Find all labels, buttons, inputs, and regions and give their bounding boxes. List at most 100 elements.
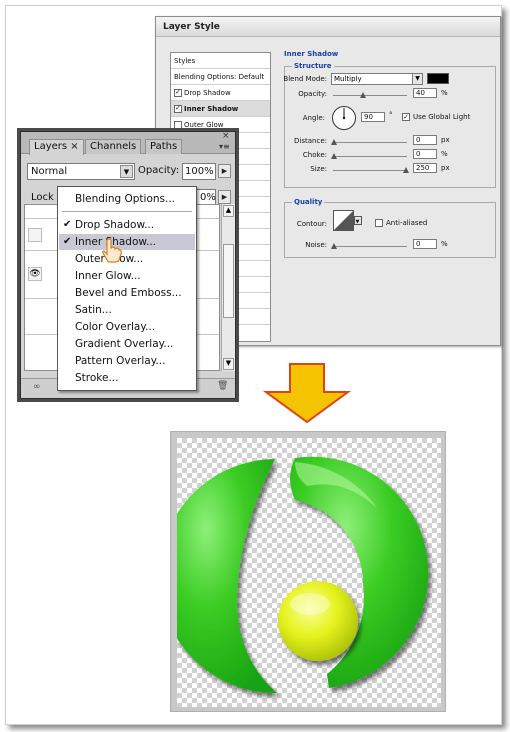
menu-item-satin[interactable]: Satin... (59, 302, 195, 318)
angle-dial[interactable] (331, 105, 357, 131)
tab-layers[interactable]: Layers × (29, 139, 84, 155)
choke-label: Choke: (302, 151, 327, 159)
trash-icon[interactable]: 🗑 (217, 381, 228, 391)
inner-shadow-item[interactable]: ✓ Inner Shadow (171, 101, 270, 117)
checkmark-icon: ✔ (63, 219, 72, 230)
shadow-color-swatch[interactable] (427, 73, 449, 84)
layers-scrollbar[interactable]: ▲ ▼ (221, 204, 235, 371)
contour-label: Contour: (296, 220, 327, 228)
blend-mode-label: Blend Mode: (283, 75, 327, 83)
close-icon[interactable]: × (222, 131, 230, 141)
opacity-label: Opacity: (138, 165, 180, 176)
menu-separator (62, 211, 192, 212)
fill-arrow-button[interactable]: ▶ (218, 190, 231, 204)
panel-tabs: Layers × Channels Paths × ▾≡ (21, 131, 235, 155)
structure-label: Structure (292, 62, 334, 70)
global-light-checkbox[interactable]: ✓ (402, 113, 410, 121)
choke-input[interactable]: 0 (413, 149, 437, 159)
svg-text:▼: ▼ (356, 219, 360, 225)
distance-input[interactable]: 0 (413, 135, 437, 145)
panel-menu-icon[interactable]: ▾≡ (219, 142, 230, 151)
inner-shadow-checkbox[interactable]: ✓ (174, 104, 182, 113)
scroll-up-icon[interactable]: ▲ (223, 205, 234, 217)
blending-options-label: Blending Options: Default (174, 72, 265, 81)
noise-slider-track[interactable] (333, 246, 407, 247)
drop-shadow-item[interactable]: ✓ Drop Shadow (171, 85, 270, 101)
tab-paths[interactable]: Paths (145, 139, 183, 154)
size-slider-thumb[interactable] (403, 167, 409, 173)
menu-item-outer-glow[interactable]: Outer Glow... (59, 251, 195, 267)
checkmark-icon: ✔ (63, 236, 72, 247)
styles-item[interactable]: Styles (171, 53, 270, 69)
opacity-slider-thumb[interactable] (359, 92, 366, 98)
visibility-toggle[interactable] (28, 228, 42, 242)
blend-mode-dropdown-value: Normal (31, 166, 68, 177)
choke-slider-track[interactable] (333, 156, 407, 157)
scroll-down-icon[interactable]: ▼ (223, 358, 234, 370)
chevron-down-icon: ▼ (120, 165, 133, 178)
menu-item-bevel-emboss[interactable]: Bevel and Emboss... (59, 285, 195, 301)
structure-group: Structure Blend Mode: Multiply ▼ Opacity… (283, 62, 496, 188)
opacity-arrow-button[interactable]: ▶ (218, 164, 231, 178)
contour-preview[interactable]: ▼ (333, 210, 363, 232)
blending-options-item[interactable]: Blending Options: Default (171, 69, 270, 85)
menu-item-label: Bevel and Emboss... (75, 287, 182, 299)
chevron-down-icon: ▼ (412, 74, 422, 84)
section-title: Inner Shadow (284, 50, 339, 58)
link-layers-icon[interactable]: ∞ (33, 382, 41, 392)
size-input[interactable]: 250 (413, 163, 437, 173)
inner-shadow-panel: Inner Shadow Structure Blend Mode: Multi… (283, 50, 496, 258)
menu-item-blending-options[interactable]: Blending Options... (59, 191, 195, 207)
distance-slider-track[interactable] (333, 142, 407, 143)
quality-label: Quality (292, 198, 325, 206)
menu-item-drop-shadow[interactable]: ✔ Drop Shadow... (59, 217, 195, 233)
menu-item-stroke[interactable]: Stroke... (59, 370, 195, 386)
opacity-slider-track[interactable] (333, 95, 407, 96)
opacity-field[interactable]: 100% (182, 163, 216, 180)
menu-item-label: Inner Glow... (75, 270, 141, 282)
distance-unit: px (441, 136, 450, 144)
angle-unit: ° (389, 111, 393, 119)
angle-label: Angle: (302, 114, 325, 122)
anti-aliased-checkbox[interactable] (375, 219, 383, 227)
quality-group: Quality Contour: ▼ Anti-aliased Noise: 0… (284, 198, 496, 258)
noise-input[interactable]: 0 (413, 239, 437, 249)
size-slider-track[interactable] (333, 170, 407, 171)
blend-mode-value: Multiply (334, 75, 362, 83)
global-light-label: Use Global Light (413, 113, 471, 121)
lock-label: Lock (31, 192, 54, 203)
blend-mode-dropdown[interactable]: Normal ▼ (27, 163, 135, 180)
menu-item-inner-glow[interactable]: Inner Glow... (59, 268, 195, 284)
inner-shadow-label: Inner Shadow (184, 104, 239, 113)
distance-slider-thumb[interactable] (331, 139, 337, 145)
distance-label: Distance: (294, 137, 327, 145)
anti-aliased-label: Anti-aliased (386, 219, 428, 227)
size-unit: px (441, 164, 450, 172)
menu-item-label: Drop Shadow... (75, 219, 155, 231)
drop-shadow-label: Drop Shadow (184, 88, 231, 97)
noise-label: Noise: (305, 241, 327, 249)
angle-input[interactable]: 90 (361, 112, 385, 122)
menu-item-label: Pattern Overlay... (75, 355, 166, 367)
drop-shadow-checkbox[interactable]: ✓ (174, 88, 182, 97)
menu-item-pattern-overlay[interactable]: Pattern Overlay... (59, 353, 195, 369)
menu-item-label: Gradient Overlay... (75, 338, 174, 350)
choke-unit: % (441, 150, 448, 158)
tab-channels[interactable]: Channels (85, 139, 142, 154)
menu-item-gradient-overlay[interactable]: Gradient Overlay... (59, 336, 195, 352)
layer-style-menu: Blending Options... ✔ Drop Shadow... ✔ I… (57, 186, 197, 391)
noise-unit: % (441, 240, 448, 248)
scroll-thumb[interactable] (223, 244, 234, 318)
noise-slider-thumb[interactable] (331, 243, 337, 249)
eye-icon[interactable]: 👁 (28, 267, 42, 281)
menu-item-label: Color Overlay... (75, 321, 156, 333)
hand-cursor-icon (102, 238, 122, 263)
styles-item-label: Styles (174, 56, 196, 65)
opacity-input[interactable]: 40 (413, 88, 437, 98)
menu-item-color-overlay[interactable]: Color Overlay... (59, 319, 195, 335)
opacity-unit: % (441, 89, 448, 97)
size-label: Size: (310, 165, 327, 173)
menu-item-inner-shadow[interactable]: ✔ Inner Shadow... (59, 234, 195, 250)
blend-mode-select[interactable]: Multiply ▼ (331, 73, 423, 85)
choke-slider-thumb[interactable] (331, 153, 337, 159)
